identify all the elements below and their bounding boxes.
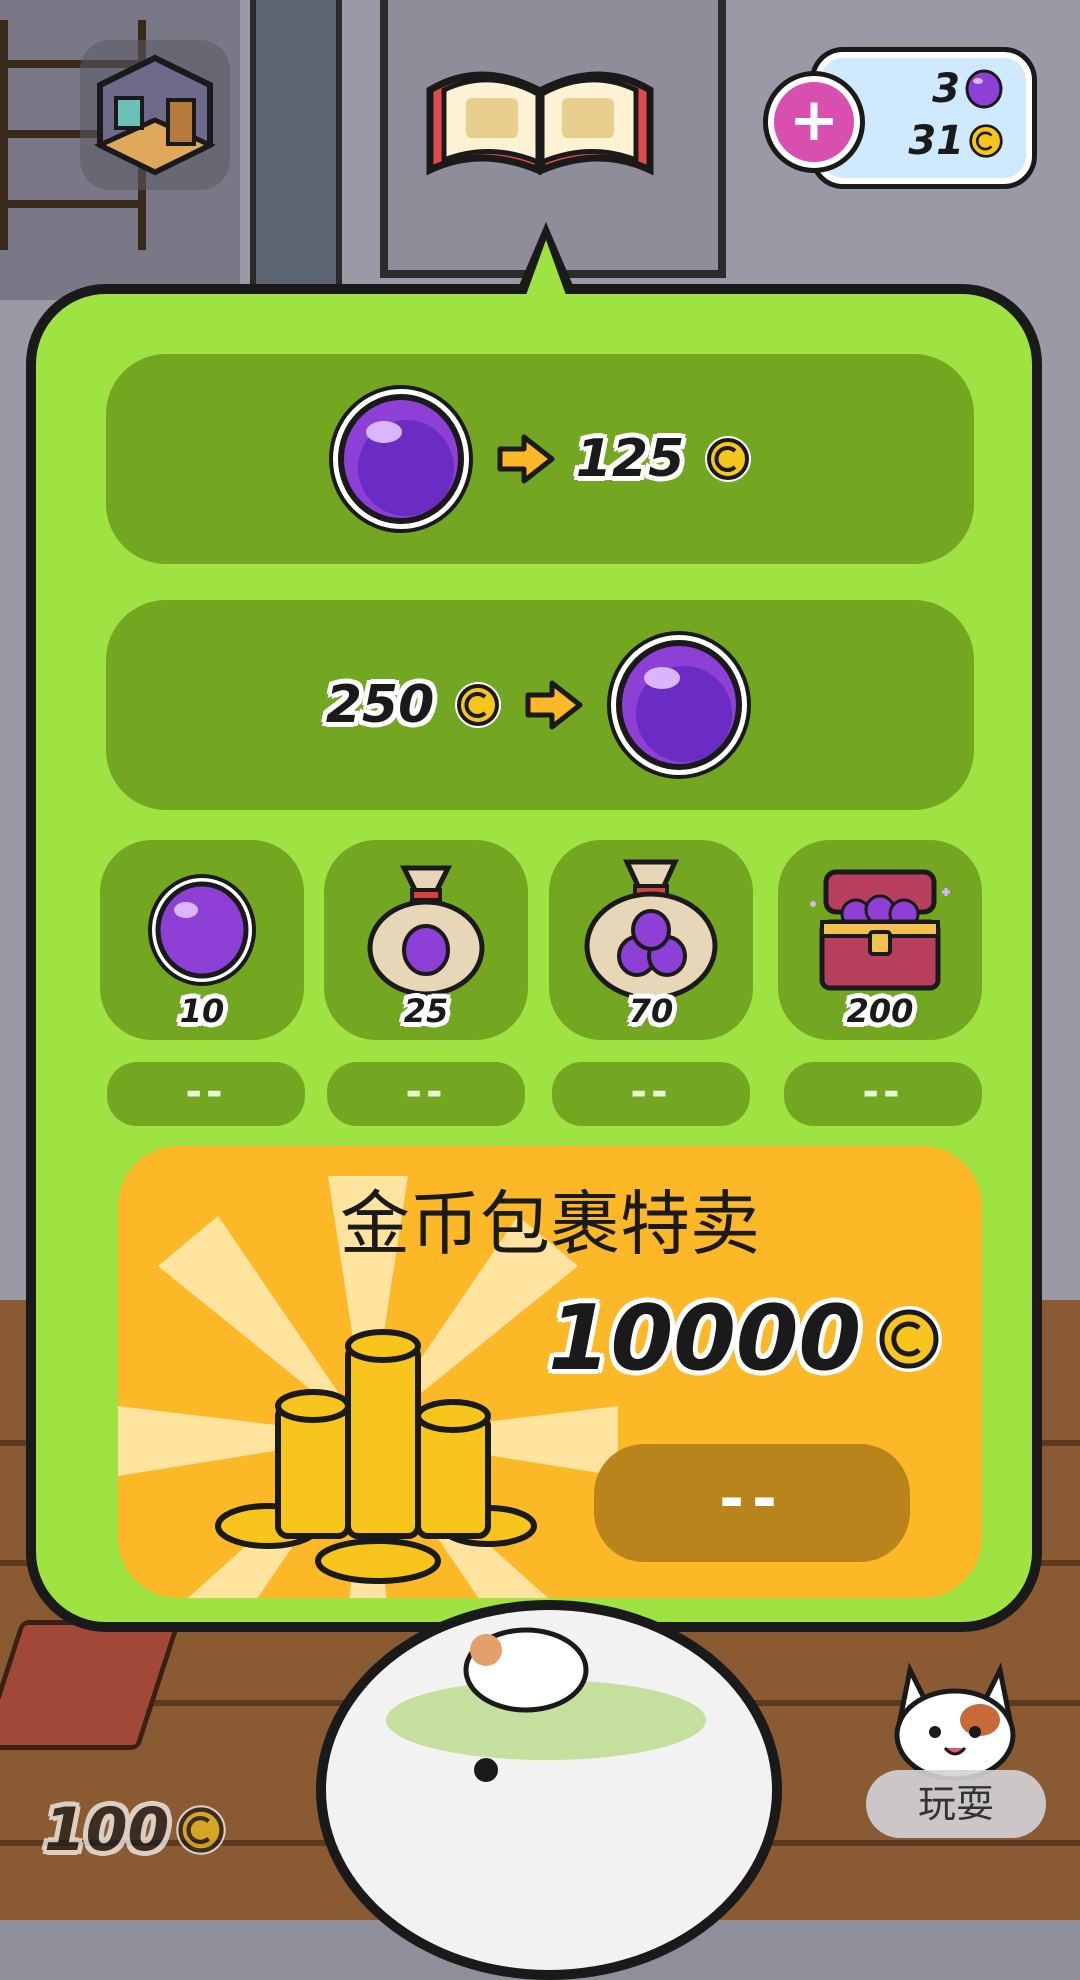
play-button[interactable]: 玩耍	[866, 1770, 1046, 1838]
coin-balance: 31	[908, 118, 964, 164]
popup-pointer-fill	[522, 240, 570, 306]
coin-package-special-offer: 金币包裹特卖 10000 --	[118, 1146, 982, 1598]
exchange-coin-to-gem-button[interactable]: 250	[106, 600, 974, 810]
coin-stack-icon	[215, 1329, 537, 1584]
gem-pouch-large-icon	[584, 859, 718, 1001]
gem-pack-200-price[interactable]: --	[784, 1062, 982, 1126]
coin-icon	[455, 682, 502, 728]
gem-chest-icon	[810, 869, 950, 991]
special-offer-buy-button[interactable]: --	[594, 1444, 910, 1562]
exchange-coin-cost: 250	[325, 675, 435, 735]
cat-radar-dial[interactable]	[316, 1600, 782, 1980]
gem-pack-10-price[interactable]: --	[107, 1062, 305, 1126]
floor-coin-count: 100	[44, 1795, 170, 1865]
gem-icon	[965, 69, 1003, 109]
cat-mascot-icon	[894, 1662, 1016, 1780]
coin-icon	[876, 1305, 943, 1372]
gem-pack-25-price[interactable]: --	[327, 1062, 525, 1126]
arrow-right-icon	[497, 434, 555, 484]
gem-pack-200-button[interactable]: 200	[778, 840, 982, 1040]
gem-pack-10-button[interactable]: 10	[100, 840, 304, 1040]
house-icon	[94, 54, 216, 176]
gem-pack-count: 200	[846, 992, 914, 1030]
gem-pack-70-price[interactable]: --	[552, 1062, 750, 1126]
catalog-book-button[interactable]	[420, 50, 660, 190]
gem-pack-count: 25	[403, 992, 449, 1030]
gem-balance-row: 3	[932, 66, 1004, 112]
add-currency-button[interactable]: +	[768, 76, 860, 168]
house-button[interactable]	[80, 40, 230, 190]
gem-pack-count: 10	[179, 992, 225, 1030]
open-book-icon	[426, 71, 654, 176]
exchange-gem-to-coin-button[interactable]: 125	[106, 354, 974, 564]
cat-sleeping-icon	[386, 1627, 706, 1782]
coin-balance-row: 31	[908, 118, 1004, 164]
coin-icon	[176, 1805, 227, 1855]
gem-pouch-small-icon	[367, 865, 485, 997]
special-offer-amount: 10000	[548, 1286, 862, 1391]
single-gem-icon	[148, 874, 256, 986]
gem-balance: 3	[932, 66, 960, 112]
arrow-right-icon	[525, 680, 583, 730]
background-pipe	[250, 0, 342, 300]
gem-icon	[607, 631, 752, 779]
coin-icon	[705, 436, 752, 482]
floor-coin-counter[interactable]: 100	[44, 1795, 229, 1865]
exchange-coin-amount: 125	[575, 429, 685, 489]
special-offer-title: 金币包裹特卖	[340, 1183, 760, 1265]
coin-icon	[969, 124, 1003, 158]
gem-pack-70-button[interactable]: 70	[549, 840, 753, 1040]
gem-pack-25-button[interactable]: 25	[324, 840, 528, 1040]
special-offer-amount-row: 10000	[548, 1286, 945, 1391]
gem-pack-count: 70	[628, 992, 674, 1030]
gem-icon	[328, 385, 473, 533]
